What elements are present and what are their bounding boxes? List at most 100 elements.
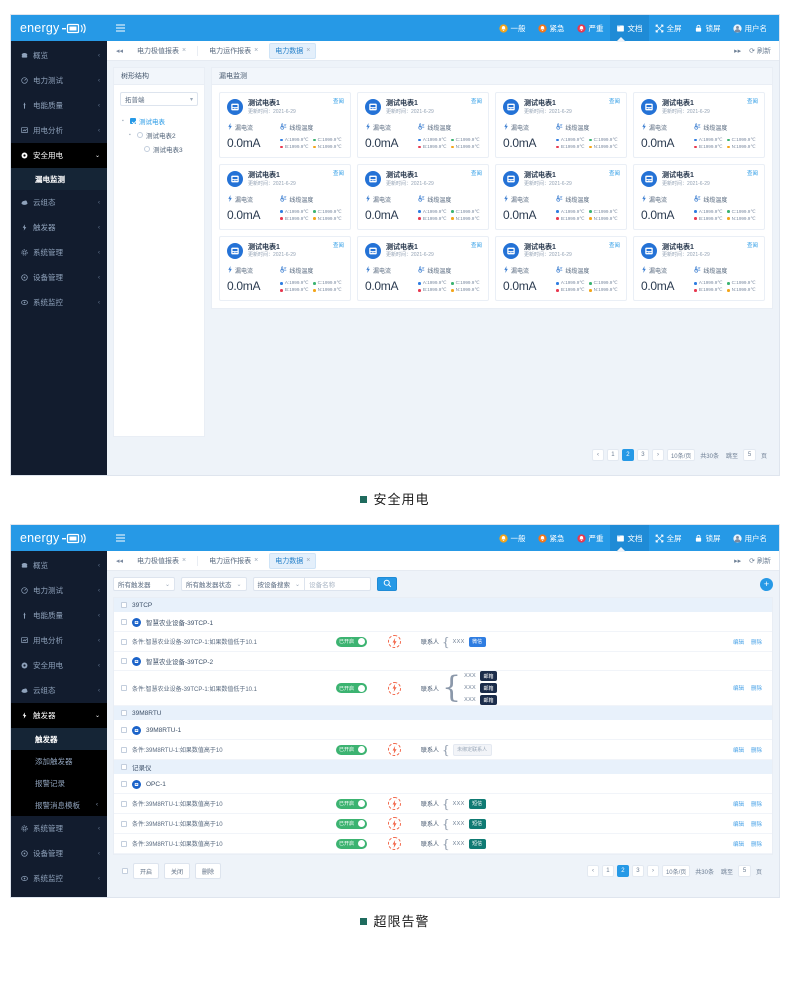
tree-checkbox[interactable] bbox=[144, 146, 150, 152]
trigger-filter-select[interactable]: 所有触发器 ⌄ bbox=[113, 577, 175, 591]
refresh-button[interactable]: ⟳ 刷新 bbox=[749, 46, 771, 56]
device-card[interactable]: 查阅测试电表1更新时间：2021-6-29漏电流线缆温度0.0mAA:1999.… bbox=[357, 236, 489, 302]
pagination-jump-input[interactable]: 5 bbox=[743, 449, 756, 461]
header-item-urgent[interactable]: 紧急 bbox=[532, 525, 571, 551]
page-size-select[interactable]: 10条/页 bbox=[667, 449, 695, 461]
sidebar-item-system-monitor[interactable]: 系统监控 ‹ bbox=[11, 866, 107, 891]
tree-node[interactable]: 测试电表3 bbox=[120, 142, 198, 156]
hamburger-icon[interactable] bbox=[107, 24, 133, 32]
card-view-link[interactable]: 查阅 bbox=[609, 97, 620, 105]
edit-link[interactable]: 编辑 bbox=[733, 840, 744, 848]
header-item-general[interactable]: 一般 bbox=[493, 525, 532, 551]
trigger-group-header[interactable]: 39M8RTU bbox=[114, 706, 772, 721]
pagination-next[interactable]: › bbox=[647, 865, 659, 877]
device-card[interactable]: 查阅测试电表1更新时间：2021-6-29漏电流线缆温度0.0mAA:1999.… bbox=[633, 236, 765, 302]
sidebar-item-system-management[interactable]: 系统管理 ‹ bbox=[11, 816, 107, 841]
trigger-condition-row[interactable]: 条件:39M8RTU-1:如果数值高于10已开启联系人{XXX短信编辑删除 bbox=[114, 814, 772, 834]
close-icon[interactable]: × bbox=[254, 557, 258, 564]
status-filter-select[interactable]: 所有触发器状态 ⌄ bbox=[181, 577, 247, 591]
edit-link[interactable]: 编辑 bbox=[733, 638, 744, 646]
condition-checkbox[interactable] bbox=[121, 685, 127, 691]
header-item-general[interactable]: 一般 bbox=[493, 15, 532, 41]
tree-checkbox[interactable] bbox=[130, 118, 136, 124]
hamburger-icon[interactable] bbox=[107, 534, 133, 542]
delete-link[interactable]: 删除 bbox=[751, 638, 762, 646]
sidebar-subitem-alarm-records[interactable]: 报警记录 bbox=[11, 772, 107, 794]
topology-select[interactable]: 拓普端 ▾ bbox=[120, 92, 198, 106]
card-view-link[interactable]: 查阅 bbox=[471, 169, 482, 177]
delete-link[interactable]: 删除 bbox=[751, 746, 762, 754]
trigger-device-row[interactable]: 39M8RTU-1 bbox=[114, 721, 772, 740]
tree-twisty-icon[interactable]: ▪ bbox=[129, 132, 134, 138]
enable-toggle[interactable]: 已开启 bbox=[336, 819, 367, 829]
pagination-page-3[interactable]: 3 bbox=[637, 449, 649, 461]
header-item-document[interactable]: 文档 bbox=[610, 15, 649, 41]
search-button[interactable] bbox=[377, 577, 397, 591]
device-checkbox[interactable] bbox=[121, 781, 127, 787]
tab-power-data[interactable]: 电力数据 × bbox=[269, 43, 316, 59]
group-checkbox[interactable] bbox=[121, 710, 127, 716]
card-view-link[interactable]: 查阅 bbox=[333, 97, 344, 105]
contact-channel-badge[interactable]: 短信 bbox=[469, 819, 486, 829]
pagination-prev[interactable]: ‹ bbox=[592, 449, 604, 461]
condition-checkbox[interactable] bbox=[121, 841, 127, 847]
trigger-condition-row[interactable]: 条件:39M8RTU-1:如果数值高于10已开启联系人{XXX短信编辑删除 bbox=[114, 794, 772, 814]
device-card[interactable]: 查阅测试电表1更新时间：2021-6-29漏电流线缆温度0.0mAA:1999.… bbox=[495, 164, 627, 230]
card-view-link[interactable]: 查阅 bbox=[747, 241, 758, 249]
delete-link[interactable]: 删除 bbox=[751, 820, 762, 828]
enable-toggle[interactable]: 已开启 bbox=[336, 745, 367, 755]
pagination-page-1[interactable]: 1 bbox=[602, 865, 614, 877]
close-icon[interactable]: × bbox=[306, 47, 310, 54]
trigger-group-header[interactable]: 39TCP bbox=[114, 598, 772, 613]
enable-toggle[interactable]: 已开启 bbox=[336, 799, 367, 809]
disable-button[interactable]: 关闭 bbox=[164, 863, 190, 879]
contact-channel-badge[interactable]: 邮箱 bbox=[480, 671, 497, 681]
sidebar-item-analysis[interactable]: 用电分析 ‹ bbox=[11, 628, 107, 653]
device-card[interactable]: 查阅测试电表1更新时间：2021-6-29漏电流线缆温度0.0mAA:1999.… bbox=[219, 164, 351, 230]
header-item-critical[interactable]: 严重 bbox=[571, 525, 610, 551]
edit-link[interactable]: 编辑 bbox=[733, 800, 744, 808]
header-item-user[interactable]: 用户名 bbox=[727, 15, 774, 41]
device-card[interactable]: 查阅测试电表1更新时间：2021-6-29漏电流线缆温度0.0mAA:1999.… bbox=[219, 92, 351, 158]
enable-toggle[interactable]: 已开启 bbox=[336, 637, 367, 647]
enable-toggle[interactable]: 已开启 bbox=[336, 683, 367, 693]
sidebar-subitem-add-trigger[interactable]: 添加触发器 bbox=[11, 750, 107, 772]
device-card[interactable]: 查阅测试电表1更新时间：2021-6-29漏电流线缆温度0.0mAA:1999.… bbox=[495, 92, 627, 158]
delete-link[interactable]: 删除 bbox=[751, 684, 762, 692]
search-by-select[interactable]: 按设备搜索 ⌄ bbox=[253, 577, 306, 591]
device-name-input[interactable]: 设备名称 bbox=[305, 577, 371, 591]
enable-button[interactable]: 开启 bbox=[133, 863, 159, 879]
sidebar-item-analysis[interactable]: 用电分析 ‹ bbox=[11, 118, 107, 143]
trigger-device-row[interactable]: OPC-1 bbox=[114, 775, 772, 794]
tab-power-extreme-report[interactable]: 电力极值报表 × bbox=[132, 554, 191, 568]
header-item-fullscreen[interactable]: 全屏 bbox=[649, 15, 688, 41]
device-card[interactable]: 查阅测试电表1更新时间：2021-6-29漏电流线缆温度0.0mAA:1999.… bbox=[633, 164, 765, 230]
expand-right-icon[interactable]: ▸▸ bbox=[734, 557, 741, 565]
device-checkbox[interactable] bbox=[121, 619, 127, 625]
tree-twisty-icon[interactable]: ▪ bbox=[122, 118, 127, 124]
card-view-link[interactable]: 查阅 bbox=[609, 241, 620, 249]
sidebar-item-system-monitor[interactable]: 系统监控 ‹ bbox=[11, 290, 107, 315]
trigger-condition-row[interactable]: 条件:智慧农业设备-39TCP-1:如果数值低于10.1已开启联系人{XXX邮箱… bbox=[114, 671, 772, 706]
card-view-link[interactable]: 查阅 bbox=[609, 169, 620, 177]
trigger-device-row[interactable]: 智慧农业设备-39TCP-2 bbox=[114, 652, 772, 671]
tab-power-extreme-report[interactable]: 电力极值报表 × bbox=[132, 44, 191, 58]
trigger-condition-row[interactable]: 条件:智慧农业设备-39TCP-1:如果数值低于10.1已开启联系人{XXX微信… bbox=[114, 632, 772, 652]
sidebar-subitem-leakage-monitor[interactable]: 漏电监测 bbox=[11, 168, 107, 190]
refresh-button[interactable]: ⟳ 刷新 bbox=[749, 556, 771, 566]
delete-button[interactable]: 删除 bbox=[195, 863, 221, 879]
pagination-page-2[interactable]: 2 bbox=[617, 865, 629, 877]
group-checkbox[interactable] bbox=[121, 764, 127, 770]
contact-channel-badge[interactable]: 未绑定联系人 bbox=[453, 744, 492, 756]
header-item-fullscreen[interactable]: 全屏 bbox=[649, 525, 688, 551]
sidebar-item-power-test[interactable]: 电力测试 ‹ bbox=[11, 68, 107, 93]
device-card[interactable]: 查阅测试电表1更新时间：2021-6-29漏电流线缆温度0.0mAA:1999.… bbox=[357, 164, 489, 230]
condition-checkbox[interactable] bbox=[121, 821, 127, 827]
sidebar-item-cloud-scada[interactable]: 云组态 ‹ bbox=[11, 190, 107, 215]
device-card[interactable]: 查阅测试电表1更新时间：2021-6-29漏电流线缆温度0.0mAA:1999.… bbox=[357, 92, 489, 158]
card-view-link[interactable]: 查阅 bbox=[747, 169, 758, 177]
header-item-critical[interactable]: 严重 bbox=[571, 15, 610, 41]
pagination-page-1[interactable]: 1 bbox=[607, 449, 619, 461]
device-checkbox[interactable] bbox=[121, 658, 127, 664]
contact-channel-badge[interactable]: 邮箱 bbox=[480, 695, 497, 705]
